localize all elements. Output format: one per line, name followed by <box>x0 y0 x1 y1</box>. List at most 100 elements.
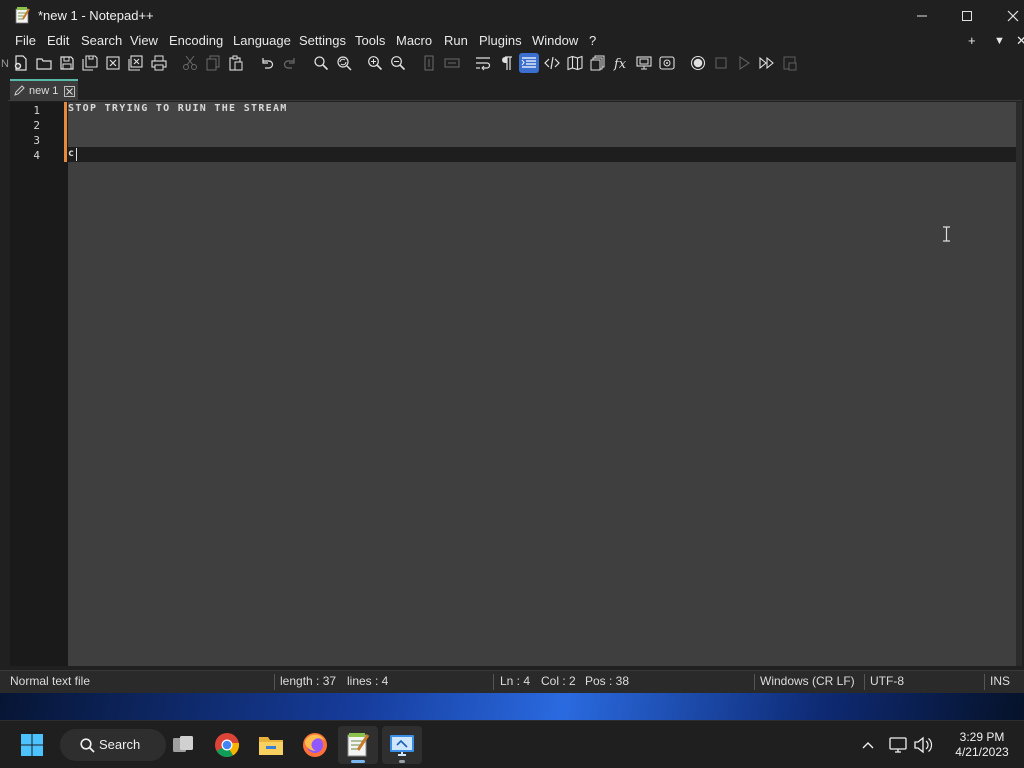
code-line[interactable]: STOP TRYING TO RUIN THE STREAM <box>68 102 1016 117</box>
word-wrap-button[interactable] <box>473 53 493 73</box>
tab-new-1[interactable]: new 1 <box>10 79 78 101</box>
menu-language[interactable]: Language <box>233 33 291 48</box>
close-file-icon <box>106 56 120 70</box>
notepad-window: *new 1 - Notepad++ File Edit Search View… <box>0 0 1024 693</box>
menu-view[interactable]: View <box>130 33 158 48</box>
sync-horizontal-button[interactable] <box>442 53 462 73</box>
save-all-button[interactable] <box>80 53 100 73</box>
document-list-button[interactable] <box>588 53 608 73</box>
monitoring-button[interactable] <box>657 53 677 73</box>
change-history-marker <box>64 102 67 162</box>
undo-button[interactable] <box>257 53 277 73</box>
menu-macro[interactable]: Macro <box>396 33 432 48</box>
current-code-line[interactable]: c <box>68 147 1016 162</box>
code-line[interactable] <box>68 132 1016 147</box>
menu-tools[interactable]: Tools <box>355 33 385 48</box>
status-divider <box>754 674 755 690</box>
redo-button[interactable] <box>280 53 300 73</box>
close-icon <box>1007 10 1019 21</box>
find-button[interactable] <box>311 53 331 73</box>
notepad-plus-plus-taskbar-button[interactable] <box>338 726 378 764</box>
user-language-button[interactable] <box>542 53 562 73</box>
line-number: 3 <box>33 134 40 147</box>
tab-list-dropdown-button[interactable]: ▼ <box>994 35 1005 47</box>
indent-guide-button[interactable] <box>519 53 539 73</box>
firefox-taskbar-button[interactable] <box>295 726 335 764</box>
quick-settings-button[interactable] <box>884 726 938 764</box>
close-all-icon <box>128 55 143 71</box>
print-button[interactable] <box>149 53 169 73</box>
save-macro-icon <box>783 56 797 71</box>
minimize-button[interactable] <box>899 0 945 31</box>
playback-macro-button[interactable] <box>734 53 754 73</box>
indent-guide-icon <box>521 57 536 68</box>
menu-plugins[interactable]: Plugins <box>479 33 522 48</box>
status-length: length : 37 <box>280 674 337 688</box>
paste-button[interactable] <box>226 53 246 73</box>
clock-time: 3:29 PM <box>959 730 1005 744</box>
maximize-button[interactable] <box>944 0 990 31</box>
status-encoding[interactable]: UTF-8 <box>870 674 904 688</box>
new-file-button[interactable] <box>11 53 31 73</box>
replace-button[interactable] <box>334 53 354 73</box>
menu-search[interactable]: Search <box>81 33 122 48</box>
status-eol-format[interactable]: Windows (CR LF) <box>760 674 855 688</box>
status-lines: lines : 4 <box>347 674 389 688</box>
close-file-button[interactable] <box>103 53 123 73</box>
copy-button[interactable] <box>203 53 223 73</box>
menu-encoding[interactable]: Encoding <box>169 33 223 48</box>
clock[interactable]: 3:29 PM 4/21/2023 <box>952 730 1012 760</box>
chrome-taskbar-button[interactable] <box>207 726 247 764</box>
open-file-button[interactable] <box>34 53 54 73</box>
show-all-characters-button[interactable] <box>496 53 516 73</box>
menu-edit[interactable]: Edit <box>47 33 69 48</box>
close-tab-x-button[interactable]: ✕ <box>1016 33 1024 49</box>
code-line[interactable] <box>68 117 1016 132</box>
clock-date: 4/21/2023 <box>955 745 1009 759</box>
function-list-button[interactable]: fx <box>611 53 631 73</box>
save-all-icon <box>82 55 98 71</box>
pencil-icon <box>14 84 26 99</box>
document-map-button[interactable] <box>565 53 585 73</box>
print-icon <box>151 55 167 71</box>
start-button[interactable] <box>12 726 52 764</box>
zoom-out-button[interactable] <box>388 53 408 73</box>
menu-file[interactable]: File <box>15 33 36 48</box>
close-all-button[interactable] <box>126 53 146 73</box>
folder-as-workspace-button[interactable] <box>634 53 654 73</box>
save-button[interactable] <box>57 53 77 73</box>
new-tab-plus-button[interactable]: + <box>968 33 976 48</box>
tab-label: new 1 <box>29 85 59 97</box>
tab-close-icon[interactable] <box>64 86 75 97</box>
stop-recording-button[interactable] <box>711 53 731 73</box>
status-divider <box>274 674 275 690</box>
status-position: Pos : 38 <box>585 674 630 688</box>
menu-help[interactable]: ? <box>589 33 596 48</box>
editor-pane[interactable]: 1 2 3 4 STOP TRYING TO RUIN THE STREAM c <box>10 102 1022 666</box>
cut-button[interactable] <box>180 53 200 73</box>
taskbar-search-button[interactable]: Search <box>60 729 166 761</box>
title-bar[interactable]: *new 1 - Notepad++ <box>0 0 1024 31</box>
document-tab-strip: new 1 <box>8 77 1022 101</box>
document-list-icon <box>590 55 605 71</box>
zoom-in-button[interactable] <box>365 53 385 73</box>
save-macro-button[interactable] <box>780 53 800 73</box>
menu-settings[interactable]: Settings <box>299 33 346 48</box>
status-insert-mode[interactable]: INS <box>990 674 1010 688</box>
menu-window[interactable]: Window <box>532 33 578 48</box>
file-explorer-taskbar-button[interactable] <box>251 726 291 764</box>
menu-run[interactable]: Run <box>444 33 468 48</box>
task-view-button[interactable] <box>163 726 203 764</box>
sync-vertical-button[interactable] <box>419 53 439 73</box>
close-button[interactable] <box>990 0 1024 31</box>
show-hidden-icons-button[interactable] <box>855 726 881 764</box>
remote-desktop-taskbar-button[interactable] <box>382 726 422 764</box>
play-icon <box>739 55 750 71</box>
active-app-indicator <box>351 760 365 763</box>
folder-icon <box>259 737 283 755</box>
text-area[interactable]: STOP TRYING TO RUIN THE STREAM c <box>68 102 1016 666</box>
run-macro-multiple-button[interactable] <box>757 53 777 73</box>
code-tag-icon <box>544 56 560 70</box>
sync-vertical-icon <box>424 55 434 71</box>
record-macro-button[interactable] <box>688 53 708 73</box>
